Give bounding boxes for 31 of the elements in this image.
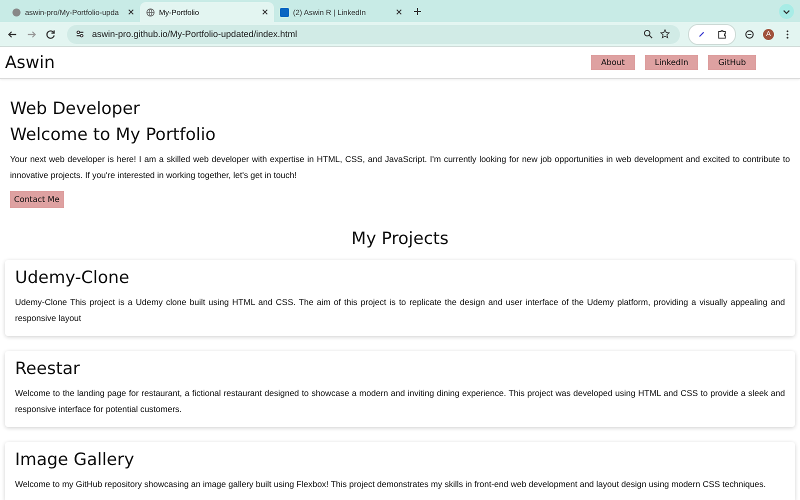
close-icon[interactable]: [396, 9, 402, 15]
section-title: My Projects: [350, 229, 450, 249]
tab-menu-icon[interactable]: [779, 4, 794, 19]
project-title: Reestar: [15, 358, 81, 381]
extension-icon[interactable]: [744, 28, 755, 40]
url-text: aswin-pro.github.io/My-Portfolio-updated/index.html: [92, 29, 298, 39]
close-icon[interactable]: [262, 9, 268, 15]
site-settings-icon[interactable]: [75, 29, 85, 39]
star-icon[interactable]: [660, 29, 670, 39]
hero-text: Your next web developer is here! I am a skilled web developer with expertise in HTML, CSS, and JavaScript. I'm currently looking for new job opportunities in web development and excited to contribute to innovative projects. If you're interested in working together, let's get in touch!: [10, 153, 790, 182]
pen-icon[interactable]: [697, 29, 707, 39]
project-title: Udemy-Clone: [15, 267, 130, 290]
project-description: Welcome to the landing page for restaurant, a fictional restaurant designed to showcase a modern and inviting dining experience. This project was developed using HTML and CSS to provide a sleek and responsive interface for potential customers.: [15, 387, 785, 416]
puzzle-icon[interactable]: [717, 29, 727, 39]
globe-icon: [146, 8, 155, 16]
zoom-icon[interactable]: [643, 29, 653, 39]
nav-link[interactable]: About: [591, 55, 635, 70]
hero-title: Welcome to My Portfolio: [10, 125, 217, 145]
close-icon[interactable]: [128, 9, 134, 15]
nav-link[interactable]: GitHub: [708, 55, 756, 70]
project-description: Udemy-Clone This project is a Udemy clone built using HTML and CSS. The aim of this project is to replicate the design and user interface of the Udemy platform, providing a visually appealing and responsive layout: [15, 296, 785, 325]
nav-link[interactable]: LinkedIn: [644, 55, 698, 70]
hero-subtitle: Web Developer: [10, 99, 141, 119]
back-icon[interactable]: [7, 28, 18, 40]
reload-icon[interactable]: [45, 28, 56, 40]
project-title: Image Gallery: [15, 449, 136, 472]
site-logo[interactable]: Aswin: [5, 52, 592, 72]
address-bar[interactable]: aswin-pro.github.io/My-Portfolio-updated/index.html: [67, 24, 680, 44]
new-tab-icon[interactable]: [414, 8, 421, 15]
contact-button[interactable]: Contact Me: [10, 191, 64, 208]
project-description: Welcome to my GitHub repository showcasing an image gallery built using Flexbox! This project demonstrates my skills in front-end web development and layout design using modern CSS techniques.: [15, 478, 767, 491]
